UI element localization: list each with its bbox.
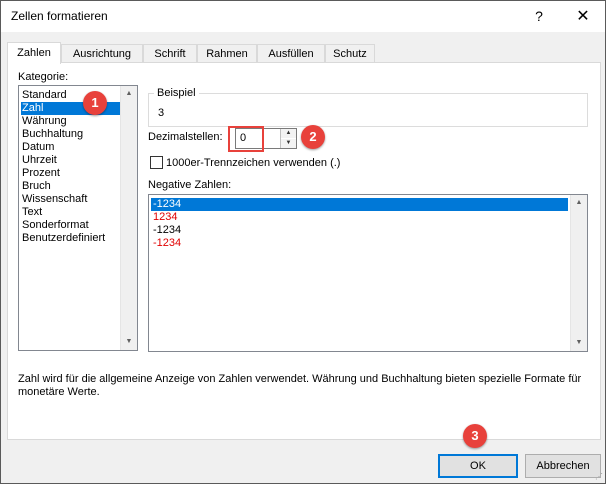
category-item-buchhaltung[interactable]: Buchhaltung <box>21 128 120 141</box>
negative-scrollbar[interactable]: ▲ ▼ <box>570 195 587 351</box>
tab-zahlen[interactable]: Zahlen <box>7 42 61 64</box>
decimals-label: Dezimalstellen: <box>148 131 223 143</box>
tab-ausfuellen[interactable]: Ausfüllen <box>257 44 325 63</box>
format-cells-dialog: Zellen formatieren ? ✕ Zahlen Ausrichtun… <box>0 0 606 484</box>
category-item-datum[interactable]: Datum <box>21 141 120 154</box>
spin-down-icon[interactable]: ▼ <box>281 139 296 148</box>
ok-button[interactable]: OK <box>438 454 518 478</box>
scroll-down-icon[interactable]: ▼ <box>571 335 587 351</box>
sample-value: 3 <box>158 107 165 119</box>
decimals-spin-buttons: ▲ ▼ <box>280 129 296 148</box>
step-badge-1: 1 <box>83 91 107 115</box>
step-badge-2: 2 <box>301 125 325 149</box>
tab-panel-zahlen: Kategorie: Standard Zahl Währung Buchhal… <box>7 62 601 440</box>
negative-item[interactable]: -1234 <box>151 224 568 237</box>
scroll-up-icon[interactable]: ▲ <box>571 195 587 211</box>
category-item-uhrzeit[interactable]: Uhrzeit <box>21 154 120 167</box>
cancel-button[interactable]: Abbrechen <box>525 454 601 478</box>
help-icon[interactable]: ? <box>517 1 561 32</box>
category-item-bruch[interactable]: Bruch <box>21 180 120 193</box>
category-list[interactable]: Standard Zahl Währung Buchhaltung Datum … <box>18 85 138 351</box>
category-item-prozent[interactable]: Prozent <box>21 167 120 180</box>
category-item-waehrung[interactable]: Währung <box>21 115 120 128</box>
tab-schutz[interactable]: Schutz <box>325 44 375 63</box>
scroll-down-icon[interactable]: ▼ <box>121 334 137 350</box>
step-badge-3: 3 <box>463 424 487 448</box>
negative-item[interactable]: -1234 <box>151 237 568 250</box>
category-item-wissenschaft[interactable]: Wissenschaft <box>21 193 120 206</box>
dialog-title: Zellen formatieren <box>11 9 108 23</box>
scroll-up-icon[interactable]: ▲ <box>121 86 137 102</box>
negative-numbers-list[interactable]: -1234 1234 -1234 -1234 ▲ ▼ <box>148 194 588 352</box>
tab-rahmen[interactable]: Rahmen <box>197 44 257 63</box>
sample-groupbox <box>148 93 588 127</box>
negative-numbers-label: Negative Zahlen: <box>148 179 232 191</box>
close-icon[interactable]: ✕ <box>561 1 605 32</box>
title-bar: Zellen formatieren ? ✕ <box>1 1 605 32</box>
sample-label: Beispiel <box>154 87 199 99</box>
category-label: Kategorie: <box>18 71 69 83</box>
decimals-highlight-box <box>228 126 264 152</box>
category-description: Zahl wird für die allgemeine Anzeige von… <box>18 373 582 398</box>
tab-ausrichtung[interactable]: Ausrichtung <box>61 44 143 63</box>
negative-item[interactable]: -1234 <box>151 198 568 211</box>
category-item-text[interactable]: Text <box>21 206 120 219</box>
category-scrollbar[interactable]: ▲ ▼ <box>120 86 137 350</box>
thousands-label[interactable]: 1000er-Trennzeichen verwenden (.) <box>166 157 340 169</box>
tab-schrift[interactable]: Schrift <box>143 44 197 63</box>
resize-grip-icon[interactable]: ⋰ <box>595 472 603 481</box>
negative-item[interactable]: 1234 <box>151 211 568 224</box>
category-item-sonderformat[interactable]: Sonderformat <box>21 219 120 232</box>
thousands-checkbox[interactable] <box>150 156 163 169</box>
category-item-benutzerdefiniert[interactable]: Benutzerdefiniert <box>21 232 120 245</box>
spin-up-icon[interactable]: ▲ <box>281 129 296 138</box>
